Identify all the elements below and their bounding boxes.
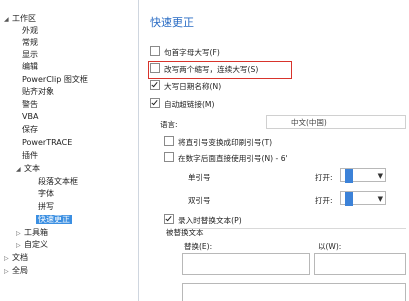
collapsed-arrow-icon[interactable]: ▷ <box>4 253 12 265</box>
quotes-after-numbers-option[interactable]: 在数字后面直接使用引号(N) - 6' <box>164 152 288 164</box>
correct-two-initial-caps-option[interactable]: 改写两个缩写，连续大写(S) <box>150 63 258 75</box>
open-label: 打开: <box>315 196 333 205</box>
options-tree: ◢ 工作区 外观 常规 显示 编辑 PowerClip 图文框 贴齐对象 警告 V… <box>0 0 139 301</box>
checkbox[interactable] <box>150 46 160 56</box>
double-quote-open-dropdown[interactable]: ▼ <box>340 191 386 206</box>
checkbox[interactable] <box>150 63 160 73</box>
tree-item-save[interactable]: 保存 <box>22 124 38 136</box>
double-quote-label: 双引号 <box>188 196 211 205</box>
checkbox-checked[interactable] <box>150 98 160 108</box>
quote-swatch-icon <box>345 192 353 206</box>
with-label: 以(W): <box>318 242 342 251</box>
replace-text-while-typing-option[interactable]: 录入时替换文本(P) <box>164 214 242 226</box>
checkbox-checked[interactable] <box>164 214 174 224</box>
tree-item-quick-correct[interactable]: 快速更正 <box>36 214 72 226</box>
checkbox[interactable] <box>164 152 174 162</box>
single-quote-open-dropdown[interactable]: ▼ <box>340 168 386 183</box>
tree-item-font[interactable]: 字体 <box>38 188 54 200</box>
tree-item-powertrace[interactable]: PowerTRACE <box>22 137 72 149</box>
page-title: 快速更正 <box>150 16 194 29</box>
expand-arrow-icon[interactable]: ◢ <box>16 164 24 176</box>
tree-item-powerclip[interactable]: PowerClip 图文框 <box>22 74 88 86</box>
tree-item-warnings[interactable]: 警告 <box>22 99 38 111</box>
chevron-down-icon: ▼ <box>377 172 383 180</box>
tree-item-text[interactable]: ◢ 文本 <box>16 163 40 175</box>
tree-item-spelling[interactable]: 拼写 <box>38 201 54 213</box>
tree-item-general[interactable]: 常规 <box>22 37 38 49</box>
expand-arrow-icon[interactable]: ◢ <box>4 14 12 26</box>
checkbox-checked[interactable] <box>150 80 160 90</box>
open-label: 打开: <box>315 173 333 182</box>
tree-item-appearance[interactable]: 外观 <box>22 25 38 37</box>
tree-item-display[interactable]: 显示 <box>22 49 38 61</box>
tree-item-edit[interactable]: 编辑 <box>22 61 38 73</box>
replacement-list[interactable] <box>182 283 406 301</box>
single-quote-label: 单引号 <box>188 173 211 182</box>
capitalize-first-letter-option[interactable]: 句首字母大写(F) <box>150 46 220 58</box>
tree-item-global[interactable]: ▷ 全局 <box>4 265 28 277</box>
quote-swatch-icon <box>345 169 353 183</box>
tree-item-document[interactable]: ▷ 文档 <box>4 252 28 264</box>
chevron-down-icon: ▼ <box>377 195 383 203</box>
checkbox[interactable] <box>164 136 174 146</box>
tree-item-customize[interactable]: ▷ 自定义 <box>16 239 48 251</box>
tree-item-toolbox[interactable]: ▷ 工具箱 <box>16 227 48 239</box>
tree-item-workspace[interactable]: ◢ 工作区 <box>4 13 36 25</box>
tree-item-snap[interactable]: 贴齐对象 <box>22 86 54 98</box>
replace-input[interactable] <box>182 253 310 275</box>
auto-hyperlink-option[interactable]: 自动超链接(M) <box>150 98 214 110</box>
tree-item-paragraph-frame[interactable]: 段落文本框 <box>38 176 78 188</box>
replace-label: 替换(E): <box>184 242 213 251</box>
language-dropdown[interactable]: 中文(中国) <box>266 115 406 129</box>
language-label: 语言: <box>160 120 178 129</box>
collapsed-arrow-icon[interactable]: ▷ <box>16 240 24 252</box>
language-value: 中文(中国) <box>291 118 327 127</box>
with-input[interactable] <box>314 253 406 275</box>
collapsed-arrow-icon[interactable]: ▷ <box>4 266 12 278</box>
straight-to-typographic-quotes-option[interactable]: 将直引号变换成印刷引号(T) <box>164 136 272 148</box>
tree-item-plugins[interactable]: 插件 <box>22 150 38 162</box>
capitalize-day-names-option[interactable]: 大写日期名称(N) <box>150 80 221 92</box>
tree-item-vba[interactable]: VBA <box>22 111 38 123</box>
divider <box>180 228 406 229</box>
